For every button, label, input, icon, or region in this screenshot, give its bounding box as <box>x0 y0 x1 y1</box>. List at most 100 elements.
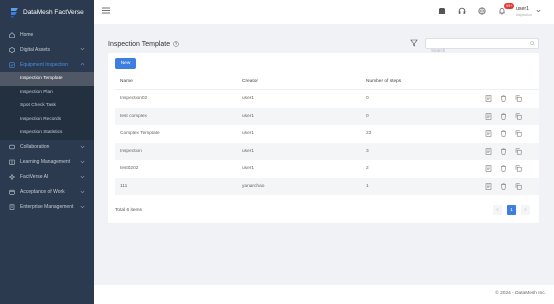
chevron-down-icon <box>80 190 85 193</box>
edit-icon[interactable] <box>485 148 492 155</box>
globe-icon[interactable] <box>478 7 486 15</box>
delete-icon[interactable] <box>500 148 507 155</box>
cell-creator: user1 <box>242 166 254 172</box>
chevron-down-icon <box>80 160 85 163</box>
delete-icon[interactable] <box>500 130 507 137</box>
prev-page-button[interactable]: < <box>493 205 502 215</box>
sidebar-item-label: Equipment Inspection <box>20 61 69 68</box>
new-button[interactable]: New <box>115 58 136 69</box>
edit-icon[interactable] <box>485 113 492 120</box>
sidebar-subitem-inspection-plan[interactable]: Inspection Plan <box>0 85 94 99</box>
copy-icon[interactable] <box>515 148 522 155</box>
cell-steps: 0 <box>366 96 369 102</box>
edit-icon[interactable] <box>485 95 492 102</box>
table-row[interactable]: test0202 user1 2 <box>115 160 539 178</box>
copy-icon[interactable] <box>515 165 522 172</box>
sidebar-item-learning-management[interactable]: Learning Management <box>0 155 94 170</box>
cell-creator: user1 <box>242 113 254 119</box>
sidebar-item-label: FactVerse AI <box>20 174 49 180</box>
chevron-down-icon <box>80 205 85 208</box>
template-table: Name Creator Number of steps Inspection0… <box>115 73 539 195</box>
edit-icon[interactable] <box>485 165 492 172</box>
cell-name: Complex Template <box>120 131 160 137</box>
chevron-down-icon[interactable] <box>536 9 541 13</box>
sidebar-item-home[interactable]: Home <box>0 27 94 42</box>
page-number-button[interactable]: 1 <box>507 205 516 215</box>
chevron-down-icon <box>80 145 85 148</box>
delete-icon[interactable] <box>500 165 507 172</box>
notification-badge: 99+ <box>504 3 515 9</box>
user-role: Inspection <box>516 13 532 17</box>
sidebar-item-label: Home <box>20 31 34 38</box>
sidebar-subitem-inspection-statistics[interactable]: Inspection Statistics <box>0 126 94 140</box>
ai-icon <box>9 174 15 180</box>
table-row[interactable]: Complex Template user1 23 <box>115 125 539 143</box>
chevron-down-icon <box>80 47 85 51</box>
help-icon[interactable] <box>173 41 179 47</box>
sidebar-item-equipment-inspection[interactable]: Equipment Inspection <box>0 57 94 72</box>
cell-name: test complex <box>120 113 147 119</box>
column-header-steps[interactable]: Number of steps <box>363 79 483 84</box>
sidebar-subitem-label: Inspection Statistics <box>20 130 63 136</box>
copy-icon[interactable] <box>515 130 522 137</box>
cell-steps: 3 <box>366 148 369 154</box>
edit-icon[interactable] <box>485 130 492 137</box>
search-icon[interactable] <box>530 41 535 46</box>
table-row[interactable]: Inspection02 user1 0 <box>115 90 539 108</box>
menu-toggle-icon[interactable] <box>102 7 110 14</box>
sidebar-item-enterprise-management[interactable]: Enterprise Management <box>0 200 94 215</box>
column-header-name[interactable]: Name <box>115 79 239 84</box>
sidebar-item-acceptance-of-work[interactable]: Acceptance of Work <box>0 185 94 200</box>
sidebar-item-factverse-ai[interactable]: FactVerse AI <box>0 170 94 185</box>
home-icon <box>9 31 15 38</box>
factverse-logo-icon <box>11 7 18 17</box>
calendar-icon <box>9 189 15 195</box>
cell-creator: user1 <box>242 131 254 137</box>
copy-icon[interactable] <box>515 183 522 190</box>
copy-icon[interactable] <box>515 95 522 102</box>
sidebar: DataMesh FactVerse Home Digital Assets E… <box>0 0 94 304</box>
headset-icon[interactable] <box>458 7 466 15</box>
sidebar-subitem-label: Inspection Plan <box>20 89 53 95</box>
cell-creator: user1 <box>242 148 254 154</box>
cell-name: 111 <box>120 183 128 189</box>
sidebar-subitem-spot-check-task[interactable]: Spot Check Task <box>0 99 94 113</box>
sidebar-subitem-label: Inspection Records <box>20 116 62 122</box>
sidebar-item-collaboration[interactable]: Collaboration <box>0 140 94 155</box>
table-row[interactable]: 111 yanarchao 1 <box>115 177 539 195</box>
cell-name: test0202 <box>120 166 139 172</box>
top-header: 99+ user1 Inspection <box>94 0 554 24</box>
copy-icon[interactable] <box>515 113 522 120</box>
sidebar-item-label: Enterprise Management <box>20 204 74 210</box>
sidebar-item-digital-assets[interactable]: Digital Assets <box>0 42 94 57</box>
sidebar-subitem-label: Spot Check Task <box>20 103 56 109</box>
delete-icon[interactable] <box>500 113 507 120</box>
brand[interactable]: DataMesh FactVerse <box>0 0 94 24</box>
table-row[interactable]: test complex user1 0 <box>115 107 539 125</box>
table-row[interactable]: Inspection user1 3 <box>115 142 539 160</box>
cell-steps: 23 <box>366 131 372 137</box>
chevron-down-icon <box>80 175 85 178</box>
filter-icon[interactable] <box>410 39 418 47</box>
sidebar-item-label: Collaboration <box>20 144 50 150</box>
cell-name: Inspection02 <box>120 96 148 102</box>
edit-icon[interactable] <box>485 183 492 190</box>
cell-name: Inspection <box>120 148 142 154</box>
user-name[interactable]: user1 <box>516 6 529 12</box>
box-icon[interactable] <box>438 7 446 15</box>
sidebar-subitem-inspection-records[interactable]: Inspection Records <box>0 112 94 126</box>
cell-steps: 2 <box>366 166 369 172</box>
sidebar-subitem-label: Inspection Template <box>20 76 63 82</box>
next-page-button[interactable]: > <box>521 205 530 215</box>
footer: © 2024 - DataMesh Inc. <box>94 285 554 304</box>
search-box[interactable] <box>425 38 539 55</box>
cell-steps: 1 <box>366 183 369 189</box>
cell-steps: 0 <box>366 113 369 119</box>
sidebar-item-label: Acceptance of Work <box>20 189 65 195</box>
delete-icon[interactable] <box>500 183 507 190</box>
cube-icon <box>9 46 15 53</box>
sidebar-subitem-inspection-template[interactable]: Inspection Template <box>0 72 94 86</box>
table-header: Name Creator Number of steps <box>115 73 539 90</box>
column-header-creator[interactable]: Creator <box>239 79 363 84</box>
delete-icon[interactable] <box>500 95 507 102</box>
